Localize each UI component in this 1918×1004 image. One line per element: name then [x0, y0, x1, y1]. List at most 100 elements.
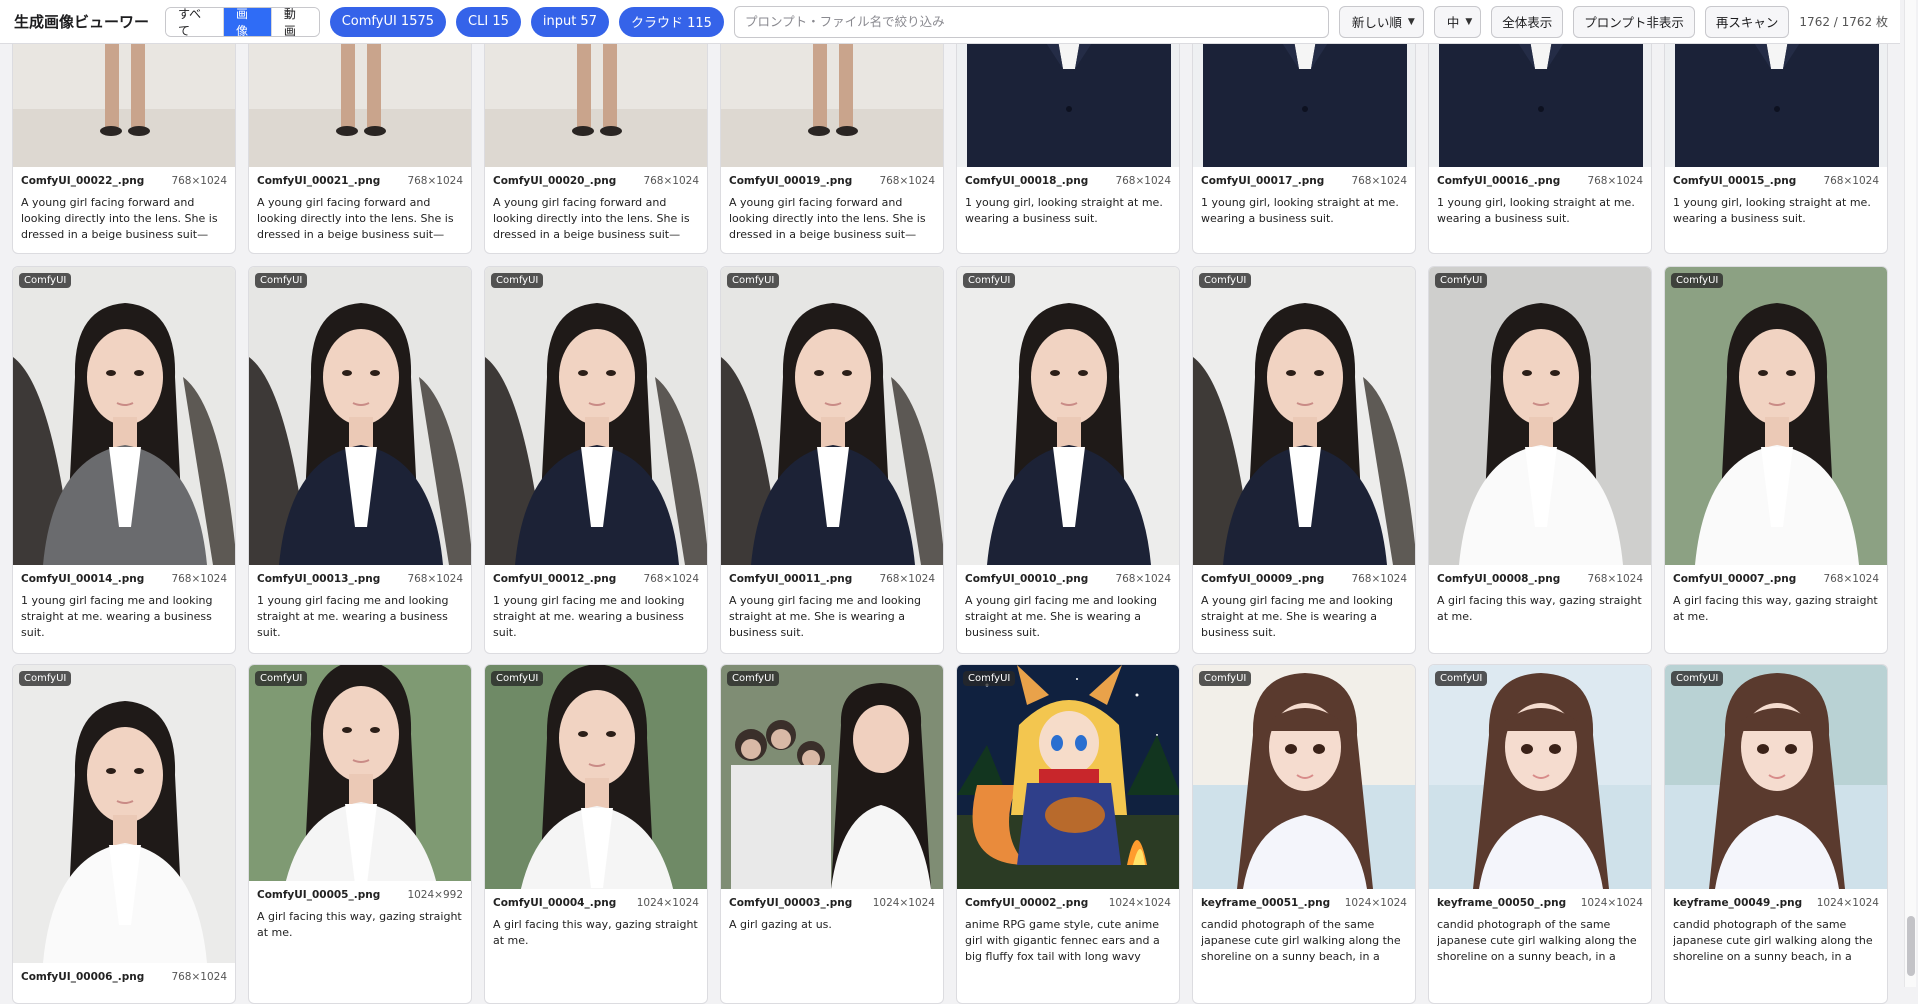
hide-prompt-button[interactable]: プロンプト非表示 [1573, 5, 1695, 38]
source-badge: ComfyUI [963, 273, 1016, 288]
scrollbar-thumb[interactable] [1907, 916, 1915, 976]
file-name: ComfyUI_00006_.png [21, 971, 145, 983]
source-cloud-button[interactable]: クラウド 115 [618, 6, 724, 37]
filter-all-button[interactable]: すべて [166, 7, 225, 36]
chevron-down-icon: ▼ [1465, 16, 1473, 27]
prompt-text: 1 young girl, looking straight at me. we… [965, 196, 1163, 225]
file-name: ComfyUI_00021_.png [257, 175, 381, 187]
image-card[interactable]: ComfyUI ComfyUI_00013_.png 768×1024 1 young… [248, 266, 472, 654]
image-thumbnail[interactable] [957, 267, 1179, 565]
source-badge: ComfyUI [963, 671, 1016, 686]
prompt-text: A young girl facing forward and looking … [21, 196, 218, 241]
card-meta: ComfyUI_00009_.png 768×1024 [1201, 573, 1407, 585]
card-meta: keyframe_00051_.png 1024×1024 [1201, 897, 1407, 909]
sort-select[interactable]: 新しい順 ▼ [1338, 5, 1424, 38]
image-dimensions: 1024×1024 [872, 897, 935, 909]
card-meta: ComfyUI_00005_.png 1024×992 [257, 889, 463, 901]
source-badge: ComfyUI [1435, 671, 1488, 686]
file-name: ComfyUI_00019_.png [729, 175, 853, 187]
prompt-text: A young girl facing forward and looking … [729, 196, 926, 241]
image-thumbnail[interactable] [249, 267, 471, 565]
image-card[interactable]: ComfyUI keyframe_00049_.png 1024×1024 candi… [1664, 664, 1888, 1004]
image-thumbnail[interactable] [485, 665, 707, 889]
filter-video-button[interactable]: 動画 [271, 7, 319, 36]
image-thumbnail[interactable] [1665, 665, 1887, 889]
image-dimensions: 768×1024 [1823, 573, 1879, 585]
source-cli-button[interactable]: CLI 15 [456, 6, 521, 37]
source-badge: ComfyUI [19, 671, 72, 686]
prompt-text: 1 young girl, looking straight at me. we… [1201, 196, 1399, 225]
image-dimensions: 1024×1024 [636, 897, 699, 909]
image-dimensions: 768×1024 [171, 175, 227, 187]
prompt-text: 1 young girl, looking straight at me. we… [1437, 196, 1635, 225]
image-card[interactable]: ComfyUI keyframe_00051_.png 1024×1024 candi… [1192, 664, 1416, 1004]
card-meta: ComfyUI_00003_.png 1024×1024 [729, 897, 935, 909]
image-thumbnail[interactable] [13, 665, 235, 963]
thumb-size-select[interactable]: 中 ▼ [1433, 5, 1482, 38]
image-card[interactable]: ComfyUI ComfyUI_00011_.png 768×1024 A young… [720, 266, 944, 654]
source-badge: ComfyUI [19, 273, 72, 288]
image-thumbnail[interactable] [1429, 665, 1651, 889]
source-comfyui-button[interactable]: ComfyUI 1575 [329, 6, 447, 37]
source-badge: ComfyUI [1671, 273, 1724, 288]
image-thumbnail[interactable] [1429, 267, 1651, 565]
image-card[interactable]: ComfyUI ComfyUI_00007_.png 768×1024 A girl … [1664, 266, 1888, 654]
card-meta: ComfyUI_00016_.png 768×1024 [1437, 175, 1643, 187]
file-name: ComfyUI_00017_.png [1201, 175, 1325, 187]
image-thumbnail[interactable] [1193, 665, 1415, 889]
image-card[interactable]: ComfyUI keyframe_00050_.png 1024×1024 candi… [1428, 664, 1652, 1004]
prompt-text: A young girl facing forward and looking … [257, 196, 454, 241]
source-badge: ComfyUI [255, 671, 308, 686]
image-card[interactable]: ComfyUI ComfyUI_00009_.png 768×1024 A young… [1192, 266, 1416, 654]
prompt-text: 1 young girl facing me and looking strai… [21, 594, 213, 639]
sort-select-value: 新しい順 [1351, 15, 1402, 30]
image-card[interactable]: ComfyUI ComfyUI_00012_.png 768×1024 1 young… [484, 266, 708, 654]
image-thumbnail[interactable] [1665, 267, 1887, 565]
thumb-size-value: 中 [1446, 15, 1460, 30]
image-card[interactable]: ComfyUI ComfyUI_00002_.png 1024×1024 anime … [956, 664, 1180, 1004]
file-name: keyframe_00051_.png [1201, 897, 1331, 909]
image-dimensions: 768×1024 [1587, 573, 1643, 585]
file-name: keyframe_00050_.png [1437, 897, 1567, 909]
image-dimensions: 768×1024 [1587, 175, 1643, 187]
image-card[interactable]: ComfyUI ComfyUI_00008_.png 768×1024 A girl … [1428, 266, 1652, 654]
rescan-button[interactable]: 再スキャン [1704, 5, 1790, 38]
image-card[interactable]: ComfyUI ComfyUI_00014_.png 768×1024 1 young… [12, 266, 236, 654]
prompt-text: A girl facing this way, gazing straight … [493, 918, 698, 947]
image-card[interactable]: ComfyUI ComfyUI_00005_.png 1024×992 A girl … [248, 664, 472, 1004]
file-name: ComfyUI_00011_.png [729, 573, 853, 585]
image-thumbnail[interactable] [485, 267, 707, 565]
scrollbar[interactable] [1904, 0, 1916, 987]
image-dimensions: 768×1024 [1351, 573, 1407, 585]
image-thumbnail[interactable] [13, 267, 235, 565]
image-thumbnail[interactable] [721, 267, 943, 565]
filter-images-button[interactable]: 画像 [224, 7, 272, 36]
media-filter: すべて 画像 動画 [165, 6, 320, 37]
file-name: ComfyUI_00010_.png [965, 573, 1089, 585]
image-thumbnail[interactable] [1193, 267, 1415, 565]
file-name: ComfyUI_00020_.png [493, 175, 617, 187]
source-badge: ComfyUI [727, 273, 780, 288]
card-meta: ComfyUI_00007_.png 768×1024 [1673, 573, 1879, 585]
show-all-button[interactable]: 全体表示 [1491, 5, 1564, 38]
image-card[interactable]: ComfyUI ComfyUI_00010_.png 768×1024 A young… [956, 266, 1180, 654]
image-dimensions: 768×1024 [1115, 175, 1171, 187]
image-thumbnail[interactable] [721, 665, 943, 889]
image-thumbnail[interactable] [249, 665, 471, 881]
prompt-text: A young girl facing me and looking strai… [729, 594, 922, 639]
image-dimensions: 1024×992 [407, 889, 463, 901]
image-card[interactable]: ComfyUI ComfyUI_00004_.png 1024×1024 A girl… [484, 664, 708, 1004]
file-name: ComfyUI_00018_.png [965, 175, 1089, 187]
image-dimensions: 768×1024 [1115, 573, 1171, 585]
card-meta: ComfyUI_00015_.png 768×1024 [1673, 175, 1879, 187]
file-name: ComfyUI_00004_.png [493, 897, 617, 909]
image-card[interactable]: ComfyUI ComfyUI_00006_.png 768×1024 [12, 664, 236, 1004]
image-card[interactable]: ComfyUI ComfyUI_00003_.png 1024×1024 A girl… [720, 664, 944, 1004]
search-input[interactable] [733, 5, 1329, 38]
image-thumbnail[interactable] [957, 665, 1179, 889]
source-badge: ComfyUI [491, 671, 544, 686]
file-name: ComfyUI_00013_.png [257, 573, 381, 585]
file-name: ComfyUI_00009_.png [1201, 573, 1325, 585]
source-input-button[interactable]: input 57 [530, 6, 609, 37]
prompt-text: candid photograph of the same japanese c… [1201, 918, 1401, 963]
